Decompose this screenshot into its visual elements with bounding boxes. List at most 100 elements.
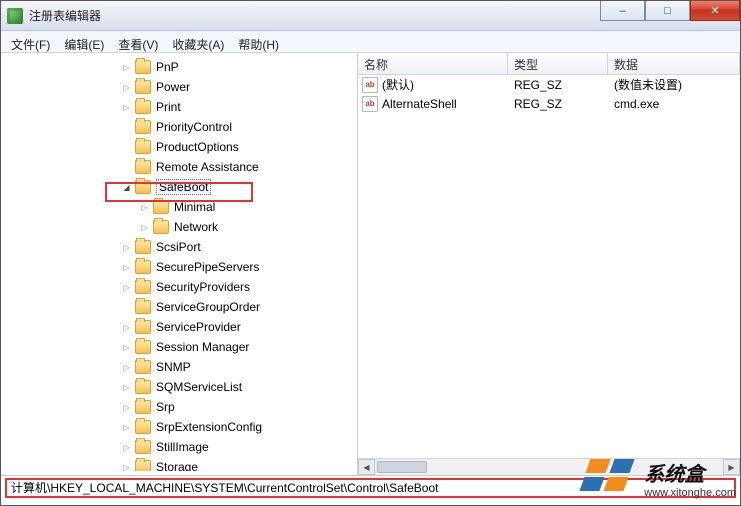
list-body[interactable]: ab(默认)REG_SZ(数值未设置)abAlternateShellREG_S… [358, 75, 740, 458]
collapse-arrow-icon[interactable]: ◢ [121, 182, 132, 193]
tree-item-label: SafeBoot [156, 179, 211, 195]
close-icon: ✕ [710, 4, 719, 17]
tree-scroll[interactable]: ▷PnP▷Power▷PrintPriorityControlProductOp… [5, 57, 357, 471]
scroll-thumb[interactable] [377, 461, 427, 473]
cell-data: (数值未设置) [608, 76, 740, 93]
tree-item[interactable]: ▷Srp [11, 397, 357, 417]
close-button[interactable]: ✕ [690, 1, 740, 21]
list-header: 名称 类型 数据 [358, 53, 740, 75]
tree-item[interactable]: ▷ SecurePipeServers [11, 257, 357, 277]
menu-help[interactable]: 帮助(H) [234, 34, 283, 52]
tree-item[interactable]: ▷SecurityProviders [11, 277, 357, 297]
expand-arrow-icon[interactable]: ▷ [139, 222, 150, 233]
col-header-type[interactable]: 类型 [508, 53, 608, 74]
tree-item-label: Session Manager [156, 340, 249, 354]
expand-arrow-icon[interactable]: ▷ [121, 402, 132, 413]
value-name: AlternateShell [382, 97, 457, 111]
cell-type: REG_SZ [508, 78, 608, 92]
scroll-left-button[interactable]: ◀ [358, 459, 375, 475]
status-bar: 计算机\HKEY_LOCAL_MACHINE\SYSTEM\CurrentCon… [1, 475, 740, 499]
tree-item[interactable]: Remote Assistance [11, 157, 357, 177]
tree-item[interactable]: PriorityControl [11, 117, 357, 137]
menu-file[interactable]: 文件(F) [7, 34, 54, 52]
tree-item[interactable]: ▷ StillImage [11, 437, 357, 457]
regedit-icon [7, 8, 23, 24]
tree-item[interactable]: ▷Minimal [11, 197, 357, 217]
expand-arrow-icon[interactable]: ▷ [121, 342, 132, 353]
tree-item[interactable]: ▷SQMServiceList [11, 377, 357, 397]
folder-icon [135, 320, 151, 334]
tree-item[interactable]: ▷ SrpExtensionConfig [11, 417, 357, 437]
tree-item[interactable]: ▷ Power [11, 77, 357, 97]
minimize-button[interactable]: – [600, 1, 645, 21]
tree-item[interactable]: ProductOptions [11, 137, 357, 157]
tree-item-label: Power [156, 80, 190, 94]
scroll-right-button[interactable]: ▶ [723, 459, 740, 475]
tree-item[interactable]: ▷ Network [11, 217, 357, 237]
title-bar: 注册表编辑器 – □ ✕ [1, 1, 740, 31]
list-pane: 名称 类型 数据 ab(默认)REG_SZ(数值未设置)abAlternateS… [358, 53, 740, 475]
expand-arrow-icon[interactable]: ▷ [121, 282, 132, 293]
tree-item[interactable]: ▷ ScsiPort [11, 237, 357, 257]
tree-item-label: Storage [156, 460, 198, 471]
tree-item[interactable]: ▷ ServiceProvider [11, 317, 357, 337]
menu-view[interactable]: 查看(V) [114, 34, 162, 52]
tree-item-label: Network [174, 220, 218, 234]
tree-item-label: SrpExtensionConfig [156, 420, 262, 434]
tree-item-label: StillImage [156, 440, 209, 454]
folder-icon [135, 300, 151, 314]
list-row[interactable]: abAlternateShellREG_SZcmd.exe [358, 94, 740, 113]
expand-arrow-icon[interactable]: ▷ [121, 442, 132, 453]
tree-item-label: ServiceProvider [156, 320, 241, 334]
expand-arrow-icon[interactable]: ▷ [121, 62, 132, 73]
col-header-name[interactable]: 名称 [358, 53, 508, 74]
folder-icon [135, 340, 151, 354]
content-area: ▷PnP▷Power▷PrintPriorityControlProductOp… [1, 53, 740, 475]
folder-icon [153, 200, 169, 214]
expand-arrow-icon[interactable]: ▷ [121, 382, 132, 393]
expand-arrow-icon[interactable]: ▷ [121, 102, 132, 113]
maximize-icon: □ [664, 5, 671, 17]
expand-arrow-icon[interactable]: ▷ [121, 422, 132, 433]
cell-name: ab AlternateShell [358, 96, 508, 112]
tree-item-label: ServiceGroupOrder [156, 300, 260, 314]
menu-bar: 文件(F) 编辑(E) 查看(V) 收藏夹(A) 帮助(H) [1, 31, 740, 53]
tree-item-label: SNMP [156, 360, 191, 374]
minimize-icon: – [619, 5, 625, 17]
expand-arrow-icon[interactable]: ▷ [121, 462, 132, 472]
tree-item[interactable]: ServiceGroupOrder [11, 297, 357, 317]
tree-item[interactable]: ▷ Session Manager [11, 337, 357, 357]
tree-item[interactable]: ▷ SNMP [11, 357, 357, 377]
maximize-button[interactable]: □ [645, 1, 690, 21]
folder-icon [135, 80, 151, 94]
tree-item[interactable]: ▷ Storage [11, 457, 357, 471]
expand-arrow-icon[interactable]: ▷ [121, 362, 132, 373]
string-value-icon: ab [362, 77, 378, 93]
tree-item-label: ScsiPort [156, 240, 201, 254]
tree-item[interactable]: ▷PnP [11, 57, 357, 77]
expand-arrow-icon[interactable]: ▷ [121, 322, 132, 333]
expand-arrow-icon[interactable]: ▷ [139, 202, 150, 213]
status-path: 计算机\HKEY_LOCAL_MACHINE\SYSTEM\CurrentCon… [11, 479, 439, 496]
folder-icon [135, 440, 151, 454]
folder-icon [135, 420, 151, 434]
expand-arrow-icon[interactable]: ▷ [121, 262, 132, 273]
list-row[interactable]: ab(默认)REG_SZ(数值未设置) [358, 75, 740, 94]
folder-icon [135, 180, 151, 194]
string-value-icon: ab [362, 96, 378, 112]
horizontal-scrollbar[interactable]: ◀ ▶ [358, 458, 740, 475]
folder-icon [135, 240, 151, 254]
cell-type: REG_SZ [508, 97, 608, 111]
folder-icon [135, 360, 151, 374]
col-header-data[interactable]: 数据 [608, 53, 740, 74]
folder-icon [153, 220, 169, 234]
tree-item-label: SecurePipeServers [156, 260, 259, 274]
tree-item-label: Remote Assistance [156, 160, 259, 174]
menu-edit[interactable]: 编辑(E) [60, 34, 108, 52]
tree-item[interactable]: ◢ SafeBoot [11, 177, 357, 197]
menu-favorites[interactable]: 收藏夹(A) [168, 34, 228, 52]
expand-arrow-icon[interactable]: ▷ [121, 82, 132, 93]
folder-icon [135, 100, 151, 114]
tree-item[interactable]: ▷Print [11, 97, 357, 117]
expand-arrow-icon[interactable]: ▷ [121, 242, 132, 253]
